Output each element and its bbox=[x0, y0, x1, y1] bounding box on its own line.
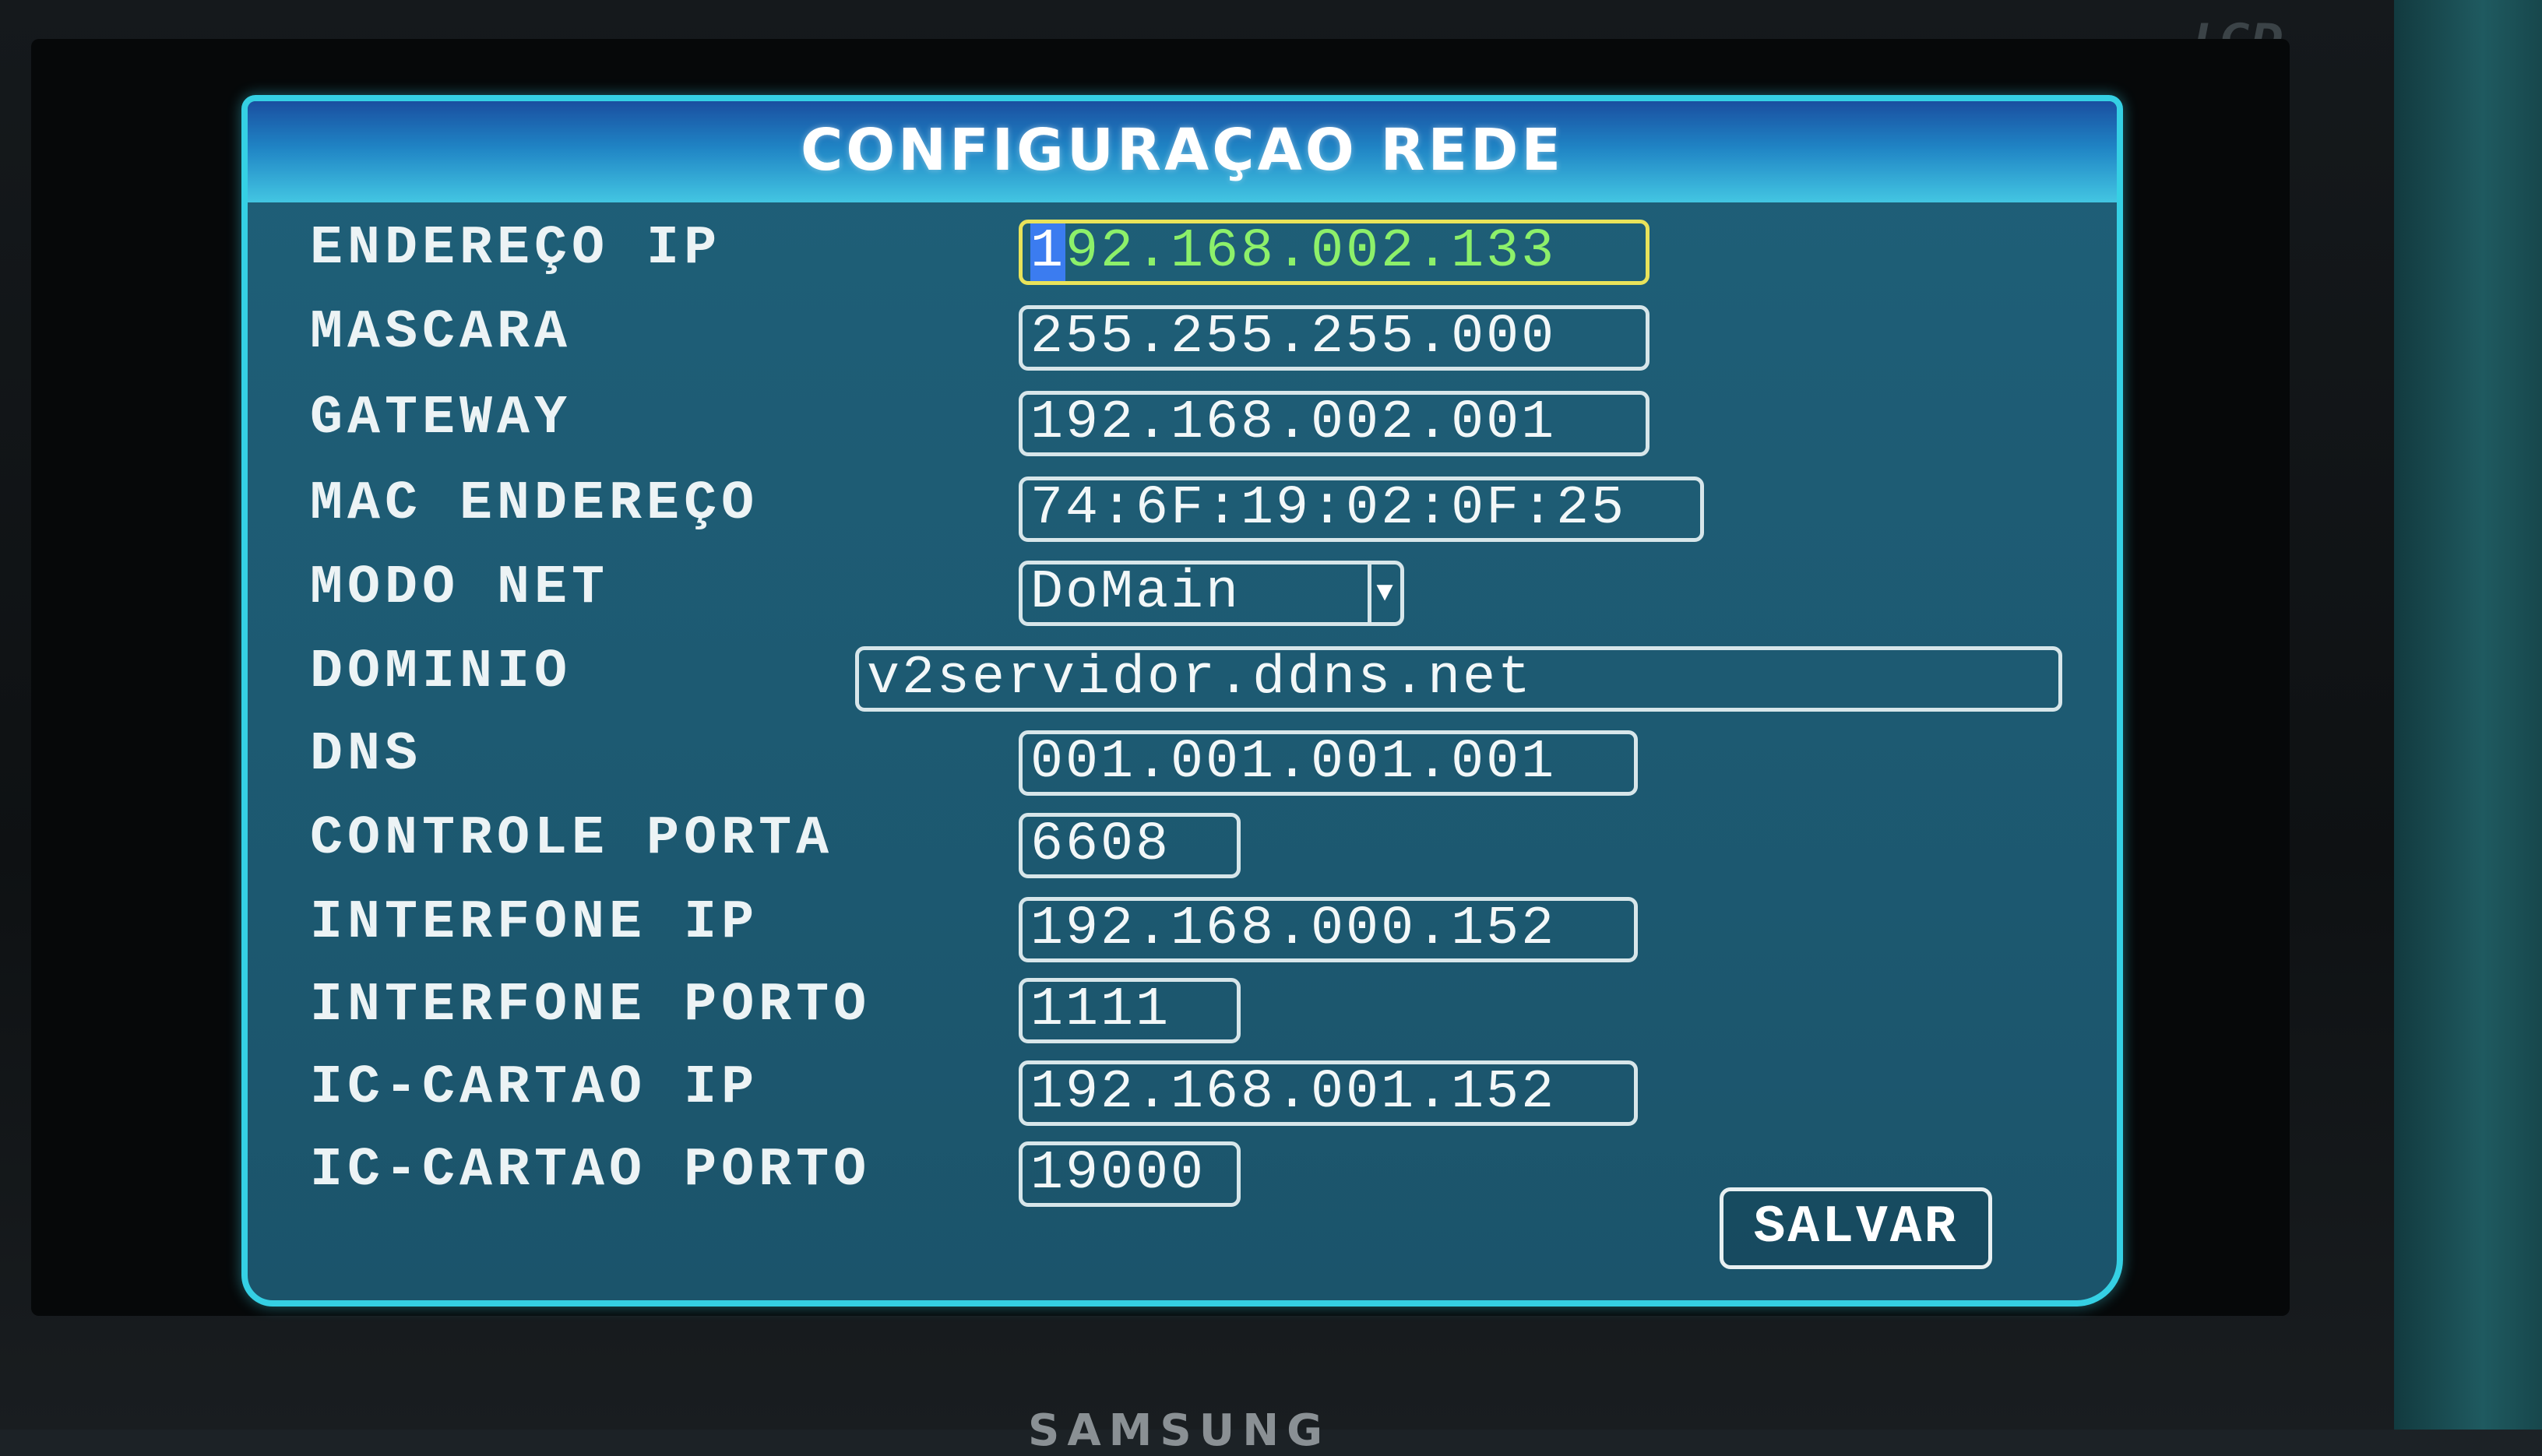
network-config-window: CONFIGURAÇAO REDE ENDEREÇO IP 192.168.00… bbox=[241, 95, 2123, 1307]
net-mode-select[interactable]: DoMain ▼ bbox=[1019, 561, 1404, 626]
net-mode-value: DoMain bbox=[1030, 562, 1241, 624]
control-port-field[interactable]: 6608 bbox=[1019, 813, 1241, 878]
intercom-ip-field[interactable]: 192.168.000.152 bbox=[1019, 897, 1638, 962]
window-title: CONFIGURAÇAO REDE bbox=[800, 117, 1565, 184]
dns-field[interactable]: 001.001.001.001 bbox=[1019, 730, 1638, 796]
subnet-mask-field[interactable]: 255.255.255.000 bbox=[1019, 305, 1649, 371]
mac-address-field[interactable]: 74:6F:19:02:0F:25 bbox=[1019, 477, 1704, 542]
intercom-port-field[interactable]: 1111 bbox=[1019, 978, 1241, 1043]
text-cursor: 1 bbox=[1030, 221, 1066, 283]
ip-address-field[interactable]: 192.168.002.133 bbox=[1019, 220, 1649, 285]
save-button[interactable]: SALVAR bbox=[1720, 1187, 1992, 1269]
gateway-label: GATEWAY bbox=[310, 388, 572, 449]
intercom-port-label: INTERFONE PORTO bbox=[310, 975, 871, 1036]
ic-card-ip-field[interactable]: 192.168.001.152 bbox=[1019, 1060, 1638, 1126]
ip-address-label: ENDEREÇO IP bbox=[310, 218, 722, 280]
ic-card-port-label: IC-CARTAO PORTO bbox=[310, 1140, 871, 1201]
ic-card-ip-label: IC-CARTAO IP bbox=[310, 1057, 759, 1119]
gateway-field[interactable]: 192.168.002.001 bbox=[1019, 391, 1649, 456]
domain-label: DOMINIO bbox=[310, 642, 572, 703]
subnet-mask-label: MASCARA bbox=[310, 302, 572, 364]
monitor-brand-bottom: SAMSUNG bbox=[1028, 1405, 1331, 1456]
ip-address-value: 92.168.002.133 bbox=[1065, 221, 1557, 283]
ic-card-port-field[interactable]: 19000 bbox=[1019, 1141, 1241, 1207]
title-bar: CONFIGURAÇAO REDE bbox=[248, 101, 2117, 202]
chevron-down-icon[interactable]: ▼ bbox=[1368, 564, 1400, 622]
monitor-side bbox=[2394, 0, 2542, 1430]
control-port-label: CONTROLE PORTA bbox=[310, 808, 834, 870]
intercom-ip-label: INTERFONE IP bbox=[310, 892, 759, 954]
net-mode-label: MODO NET bbox=[310, 557, 610, 619]
monitor-screen: CONFIGURAÇAO REDE ENDEREÇO IP 192.168.00… bbox=[31, 39, 2290, 1316]
mac-address-label: MAC ENDEREÇO bbox=[310, 473, 759, 535]
domain-field[interactable]: v2servidor.ddns.net bbox=[855, 646, 2062, 712]
dns-label: DNS bbox=[310, 724, 423, 786]
